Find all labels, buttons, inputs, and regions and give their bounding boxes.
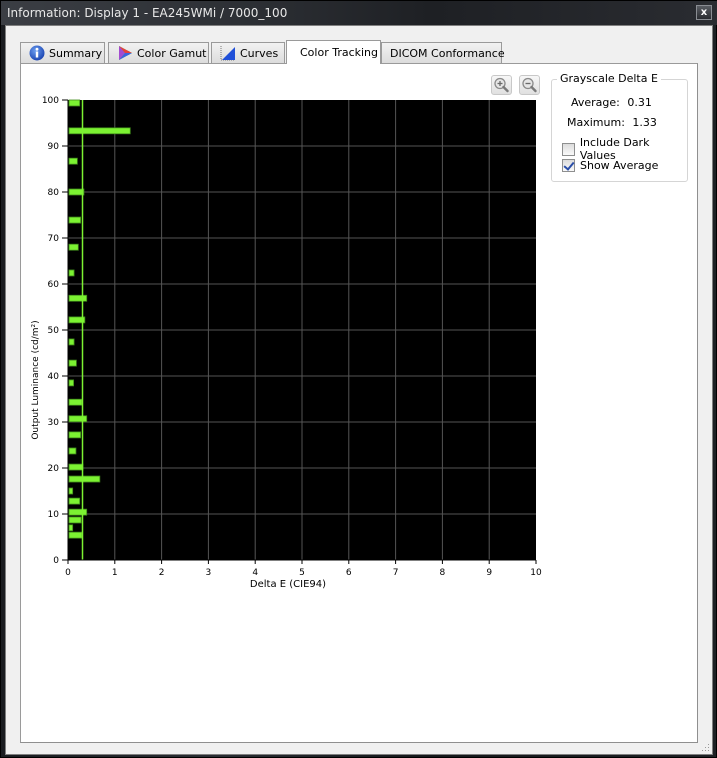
info-icon (29, 45, 45, 61)
bar (68, 531, 83, 539)
tab-color-tracking[interactable]: Color Tracking (286, 40, 381, 64)
tab-dicom-conformance[interactable]: DICOM Conformance (381, 42, 505, 63)
bar (68, 487, 74, 495)
tab-dicom-conformance-label: DICOM Conformance (390, 46, 505, 60)
color-tracking-panel: Grayscale Delta E Average: 0.31 Maximum:… (20, 63, 698, 743)
x-tick-label: 5 (299, 568, 305, 578)
window-title: Information: Display 1 - EA245WMi / 7000… (7, 6, 288, 20)
bar (68, 216, 82, 224)
grayscale-delta-e-group: Grayscale Delta E Average: 0.31 Maximum:… (551, 72, 688, 182)
y-tick-label: 60 (48, 280, 60, 290)
x-tick-label: 3 (206, 568, 212, 578)
y-tick-label: 70 (48, 234, 60, 244)
y-tick-label: 50 (48, 326, 60, 336)
show-average-label: Show Average (580, 159, 659, 172)
x-tick-label: 7 (393, 568, 399, 578)
average-value: 0.31 (627, 96, 652, 109)
y-axis: 0 10 20 30 40 50 60 70 80 90 100 (42, 96, 69, 566)
bar (68, 516, 82, 524)
include-dark-values-box[interactable] (562, 142, 575, 156)
tab-curves[interactable]: Curves (211, 42, 285, 63)
tab-summary-label: Summary (49, 46, 103, 60)
bar (68, 508, 88, 516)
bar (68, 359, 77, 367)
tab-summary[interactable]: Summary (20, 42, 105, 63)
x-tick-label: 9 (486, 568, 492, 578)
bar (68, 269, 75, 277)
tab-color-gamut-label: Color Gamut (137, 46, 207, 60)
x-tick-label: 4 (252, 568, 258, 578)
bar (68, 415, 88, 423)
bar (68, 99, 81, 107)
bar (68, 447, 77, 455)
y-tick-label: 0 (53, 556, 59, 566)
x-tick-label: 1 (112, 568, 118, 578)
bar (68, 463, 84, 471)
x-tick-label: 0 (65, 568, 71, 578)
group-title: Grayscale Delta E (557, 72, 661, 85)
bar (68, 497, 81, 505)
y-tick-label: 30 (48, 418, 60, 428)
y-tick-label: 10 (48, 510, 60, 520)
tab-curves-label: Curves (240, 46, 279, 60)
average-row: Average: 0.31 (571, 96, 652, 109)
show-average-checkbox[interactable]: Show Average (562, 159, 658, 172)
x-tick-label: 2 (159, 568, 165, 578)
y-tick-label: 90 (48, 142, 60, 152)
maximum-row: Maximum: 1.33 (567, 116, 657, 129)
y-tick-label: 80 (48, 188, 60, 198)
bar (68, 431, 82, 439)
title-bar[interactable]: Information: Display 1 - EA245WMi / 7000… (1, 1, 717, 25)
x-tick-label: 6 (346, 568, 352, 578)
bar (68, 398, 83, 406)
curves-icon (220, 45, 236, 61)
bar (68, 524, 74, 532)
close-button[interactable]: x (696, 5, 712, 20)
bar (68, 338, 75, 346)
bar (68, 379, 75, 387)
bar (68, 188, 85, 196)
info-window: Information: Display 1 - EA245WMi / 7000… (0, 0, 717, 758)
y-tick-label: 100 (42, 96, 59, 106)
color-gamut-icon (117, 45, 133, 61)
show-average-box[interactable] (562, 159, 575, 172)
bar (68, 294, 88, 302)
x-tick-label: 10 (530, 568, 542, 578)
tab-color-gamut[interactable]: Color Gamut (108, 42, 209, 63)
y-axis-label: Output Luminance (cd/m²) (31, 320, 41, 439)
y-tick-label: 40 (48, 372, 60, 382)
maximum-label: Maximum: (567, 116, 625, 129)
delta-e-chart: 0 1 2 3 4 5 6 7 8 9 10 0 10 20 30 40 50 60 70 80 90 100 Delt… (31, 96, 542, 590)
x-axis-label: Delta E (CIE94) (250, 579, 326, 590)
average-label: Average: (571, 96, 620, 109)
bar (68, 243, 79, 251)
resize-grip[interactable] (700, 742, 710, 752)
y-tick-label: 20 (48, 464, 60, 474)
x-tick-label: 8 (440, 568, 446, 578)
tab-color-tracking-label: Color Tracking (300, 46, 379, 59)
maximum-value: 1.33 (632, 116, 657, 129)
bar (68, 127, 131, 135)
client-area: Summary Color Gamut Curves Color Trackin… (5, 25, 713, 755)
close-icon: x (700, 7, 708, 18)
bar (68, 157, 78, 165)
x-axis: 0 1 2 3 4 5 6 7 8 9 10 (65, 559, 542, 578)
bar (68, 475, 101, 483)
